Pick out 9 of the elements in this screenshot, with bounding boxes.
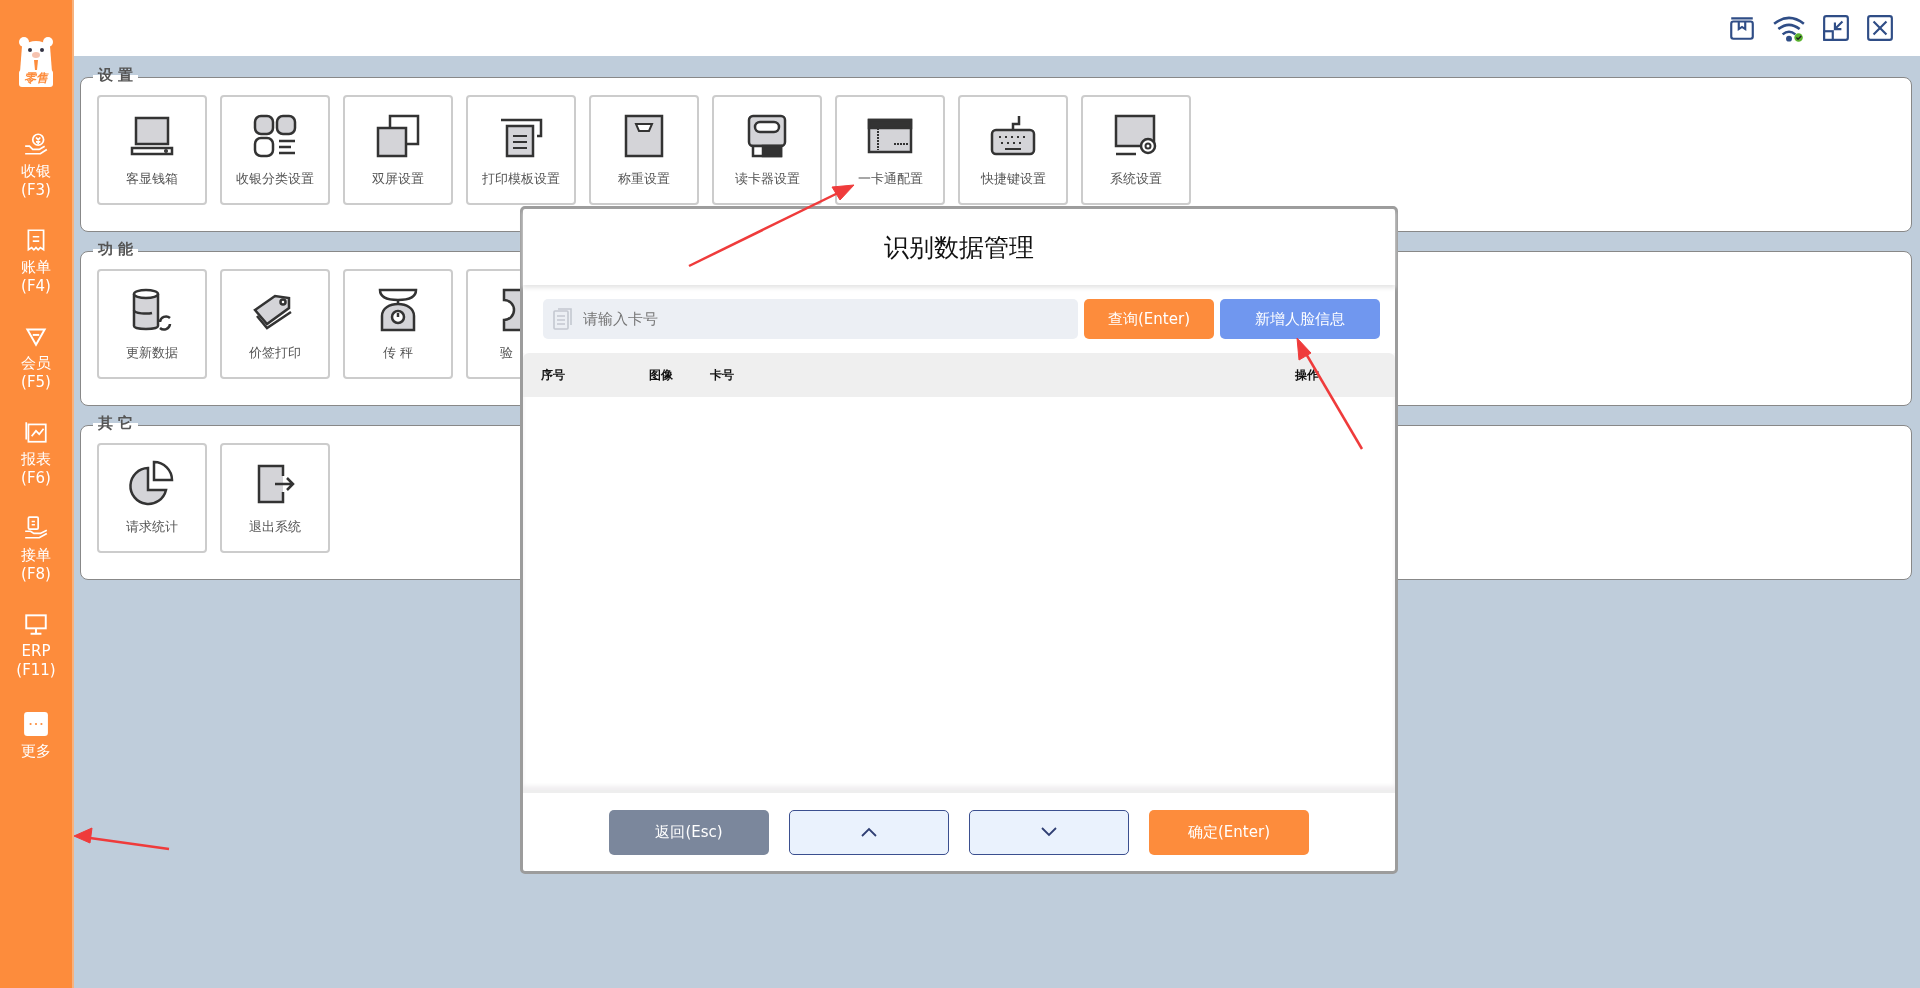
section-title: 功 能 <box>93 239 139 259</box>
column-header: 序号 <box>541 366 566 384</box>
section-title: 设 置 <box>93 65 139 85</box>
column-header: 卡号 <box>710 366 735 384</box>
column-header: 图像 <box>649 366 674 384</box>
column-header: 操作 <box>1295 366 1320 384</box>
section-title: 其 它 <box>93 413 139 433</box>
dialog-title: 识别数据管理 <box>884 231 1034 264</box>
logo-badge: 零售 <box>19 70 53 87</box>
